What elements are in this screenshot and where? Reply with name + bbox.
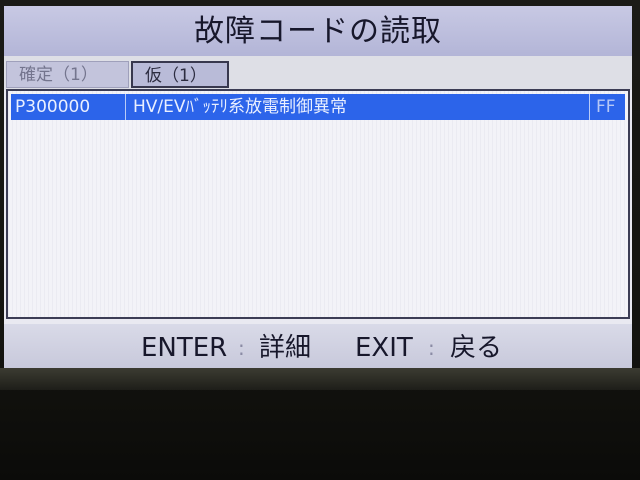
page-title: 故障コードの読取 — [4, 6, 632, 56]
device-bezel — [0, 368, 640, 390]
exit-action-label: 戻る — [450, 333, 503, 363]
dtc-code: P300000 — [15, 97, 91, 117]
exit-key-label[interactable]: EXIT — [355, 324, 413, 368]
enter-action-label: 詳細 — [259, 333, 312, 363]
tab-bar: 確定（1） 仮（1） — [4, 56, 632, 90]
freeze-frame-flag: FF — [596, 97, 616, 117]
dtc-row[interactable]: P300000 HV/EVﾊﾞｯﾃﾘ系放電制御異常 FF — [11, 94, 625, 120]
device-frame: 故障コードの読取 確定（1） 仮（1） P300000 HV/EVﾊﾞｯﾃﾘ系放… — [0, 0, 640, 480]
enter-separator: : — [238, 336, 245, 360]
dtc-list: P300000 HV/EVﾊﾞｯﾃﾘ系放電制御異常 FF — [6, 89, 630, 319]
key-guide: ENTER : 詳細 EXIT : 戻る — [4, 324, 632, 368]
dtc-description: HV/EVﾊﾞｯﾃﾘ系放電制御異常 — [133, 97, 348, 117]
diagnostic-screen: 故障コードの読取 確定（1） 仮（1） P300000 HV/EVﾊﾞｯﾃﾘ系放… — [4, 6, 632, 368]
tab-pending[interactable]: 仮（1） — [131, 61, 229, 88]
column-separator — [589, 94, 590, 120]
tab-confirmed[interactable]: 確定（1） — [6, 61, 129, 88]
exit-separator: : — [428, 336, 435, 360]
enter-key-label[interactable]: ENTER — [141, 324, 227, 368]
column-separator — [125, 94, 126, 120]
